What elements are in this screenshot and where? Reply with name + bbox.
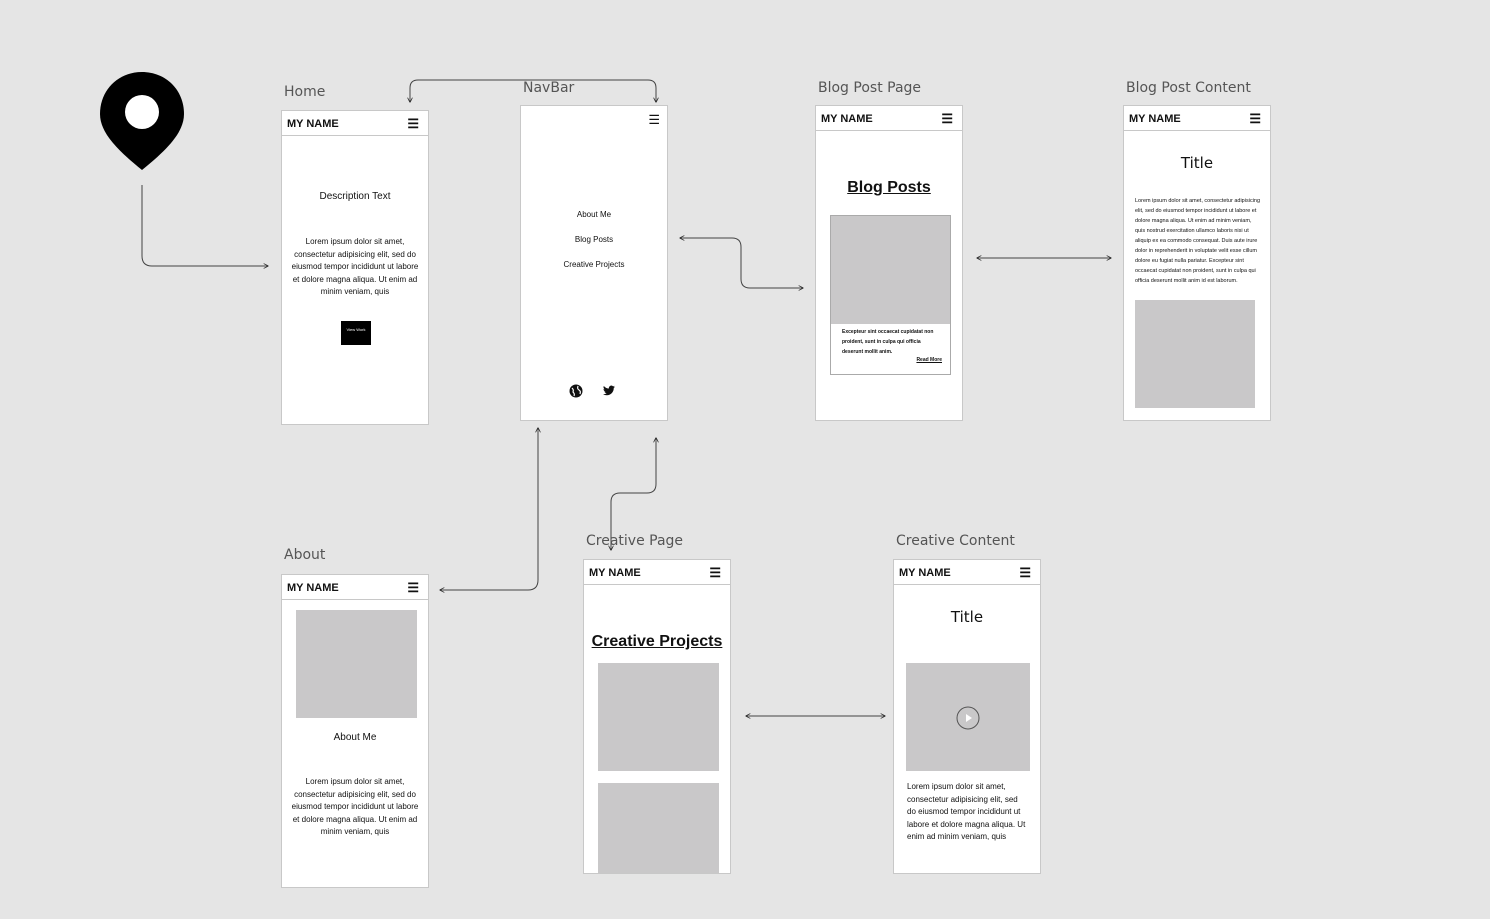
hamburger-menu-icon[interactable]: ☰ [709,565,721,581]
about-body: Lorem ipsum dolor sit amet, consectetur … [291,777,419,836]
frame-creative-content: MY NAME ☰ Title Lorem ipsum dolor sit am… [893,559,1041,874]
description-body: Lorem ipsum dolor sit amet, consectetur … [291,237,419,296]
nav-item-blog-posts[interactable]: Blog Posts [529,235,659,244]
project-thumbnail[interactable] [598,783,719,873]
header: MY NAME ☰ [282,111,428,136]
frame-label-about: About [284,547,326,563]
app-name: MY NAME [899,567,951,579]
connector-navbar-about [440,428,538,590]
frame-label-blog-post-page: Blog Post Page [818,80,922,96]
project-title: Title [950,608,984,626]
header: MY NAME ☰ [1124,106,1270,131]
post-image [1135,300,1255,408]
header: MY NAME ☰ [584,560,730,585]
project-thumbnail[interactable] [598,663,719,771]
frame-label-creative-page: Creative Page [586,533,684,549]
frame-label-home: Home [284,84,326,100]
frame-label-blog-post-content: Blog Post Content [1126,80,1251,96]
hamburger-menu-icon[interactable]: ☰ [941,111,953,127]
hamburger-menu-icon[interactable]: ☰ [1249,111,1261,127]
blog-post-card[interactable]: Excepteur sint occaecat cupidatat non pr… [830,215,951,375]
hamburger-menu-icon[interactable]: ☰ [648,112,660,128]
hamburger-menu-icon[interactable]: ☰ [407,580,419,596]
frame-label-navbar: NavBar [523,80,575,96]
creative-projects-heading: Creative Projects [591,633,723,650]
globe-icon[interactable] [569,384,583,398]
app-name: MY NAME [589,567,641,579]
header: MY NAME ☰ [816,106,962,131]
view-work-button[interactable]: View Work [341,321,371,345]
twitter-icon[interactable] [603,385,615,396]
frame-blog-post-content: MY NAME ☰ Title Lorem ipsum dolor sit am… [1123,105,1271,421]
frame-home: MY NAME ☰ Description Text Lorem ipsum d… [281,110,429,425]
post-title: Title [1180,154,1214,172]
connector-start-home [141,185,268,266]
hamburger-menu-icon[interactable]: ☰ [1019,565,1031,581]
app-name: MY NAME [1129,113,1181,125]
app-name: MY NAME [287,118,339,130]
frame-label-creative-content: Creative Content [896,533,1015,549]
blog-post-image [831,216,950,324]
video-placeholder[interactable] [906,663,1030,771]
blog-posts-heading: Blog Posts [847,179,931,196]
frame-blog-post-page: MY NAME ☰ Blog Posts Excepteur sint occa… [815,105,963,421]
about-me-caption: About Me [333,732,377,743]
post-body: Lorem ipsum dolor sit amet, consectetur … [1135,198,1261,284]
header: MY NAME ☰ [894,560,1040,585]
project-body: Lorem ipsum dolor sit amet, consectetur … [907,782,1026,841]
play-icon[interactable] [956,706,980,730]
description-title: Description Text [319,191,391,202]
hamburger-menu-icon[interactable]: ☰ [407,116,419,132]
header: MY NAME ☰ [282,575,428,600]
nav-item-creative-projects[interactable]: Creative Projects [529,260,659,269]
app-name: MY NAME [287,582,339,594]
frame-navbar: ☰ About Me Blog Posts Creative Projects [520,105,668,421]
profile-image [296,610,417,718]
read-more-link[interactable]: Read More [916,357,942,363]
connector-navbar-blog [680,238,803,288]
app-name: MY NAME [821,113,873,125]
nav-item-about-me[interactable]: About Me [529,210,659,219]
blog-post-excerpt: Excepteur sint occaecat cupidatat non pr… [842,329,934,355]
frame-about: MY NAME ☰ About Me Lorem ipsum dolor sit… [281,574,429,888]
frame-creative-page: MY NAME ☰ Creative Projects [583,559,731,874]
